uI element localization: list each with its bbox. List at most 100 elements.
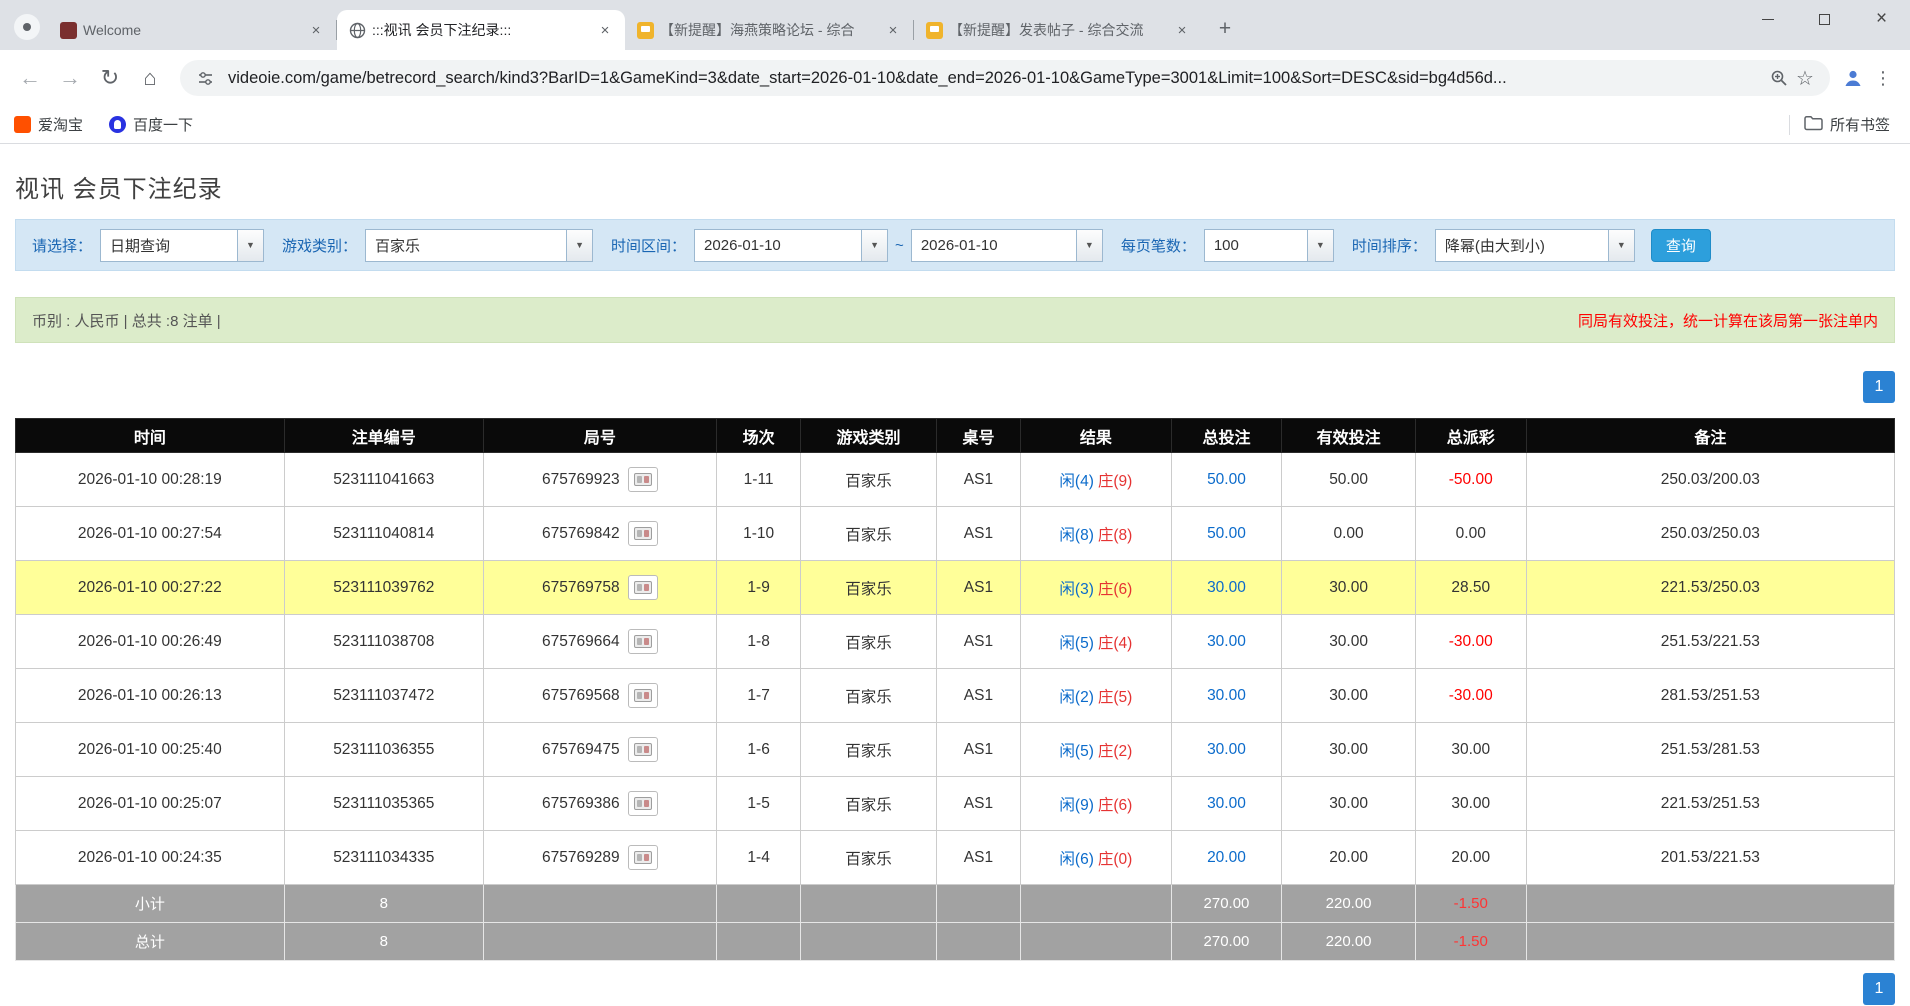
total-bet-link[interactable]: 30.00 (1207, 741, 1246, 758)
tab-close-icon[interactable]: × (1172, 20, 1192, 40)
tab-forum-1[interactable]: 【新提醒】海燕策略论坛 - 综合 × (625, 10, 913, 50)
tab-title: 【新提醒】海燕策略论坛 - 综合 (660, 20, 877, 40)
round-replay-button[interactable] (628, 683, 658, 708)
table-row: 2026-01-10 00:28:19523111041663675769923… (16, 453, 1895, 507)
tab-search-button[interactable] (14, 14, 40, 40)
round-replay-button[interactable] (628, 845, 658, 870)
cell-session: 1-11 (716, 453, 801, 507)
pagination-top: 1 (15, 371, 1895, 403)
cell-total-bet[interactable]: 30.00 (1171, 669, 1282, 723)
cell-result: 闲(9)庄(6) (1021, 777, 1171, 831)
maximize-button[interactable] (1796, 0, 1853, 38)
round-number: 675769664 (542, 633, 620, 651)
home-button[interactable]: ⌂ (130, 58, 170, 98)
chevron-down-icon[interactable]: ▼ (566, 230, 592, 261)
cell-round-id: 675769568 (483, 669, 716, 723)
bookmark-star-icon[interactable]: ☆ (1792, 65, 1818, 91)
date-start-select[interactable]: 2026-01-10 ▼ (694, 229, 888, 262)
sort-select[interactable]: 降幂(由大到小) ▼ (1435, 229, 1635, 262)
close-window-button[interactable]: × (1853, 0, 1910, 38)
round-replay-button[interactable] (628, 575, 658, 600)
tab-forum-2[interactable]: 【新提醒】发表帖子 - 综合交流 × (914, 10, 1202, 50)
round-replay-button[interactable] (628, 791, 658, 816)
round-replay-button[interactable] (628, 737, 658, 762)
globe-favicon (349, 22, 366, 39)
cell-total-bet[interactable]: 20.00 (1171, 831, 1282, 885)
cell-bet-id: 523111040814 (284, 507, 483, 561)
profile-icon[interactable] (1840, 65, 1866, 91)
result-banker: 庄(9) (1098, 473, 1132, 490)
cell-payout: 30.00 (1415, 777, 1526, 831)
new-tab-button[interactable]: + (1210, 14, 1240, 44)
cell-game-type: 百家乐 (801, 669, 936, 723)
cell-round-id: 675769664 (483, 615, 716, 669)
chevron-down-icon[interactable]: ▼ (1307, 230, 1333, 261)
total-bet-link[interactable]: 50.00 (1207, 471, 1246, 488)
summary-count: 8 (284, 885, 483, 923)
cell-bet-id: 523111034335 (284, 831, 483, 885)
tab-welcome[interactable]: Welcome × (48, 10, 336, 50)
cell-payout: 30.00 (1415, 723, 1526, 777)
total-bet-link[interactable]: 30.00 (1207, 579, 1246, 596)
column-header: 有效投注 (1282, 419, 1415, 453)
cell-game-type: 百家乐 (801, 615, 936, 669)
cell-total-bet[interactable]: 30.00 (1171, 723, 1282, 777)
menu-icon[interactable]: ⋮ (1866, 68, 1900, 89)
cell-game-type: 百家乐 (801, 777, 936, 831)
round-replay-button[interactable] (628, 467, 658, 492)
bookmark-baidu[interactable]: 百度一下 (109, 114, 193, 135)
zoom-icon[interactable] (1766, 65, 1792, 91)
round-replay-button[interactable] (628, 521, 658, 546)
cell-table-number: AS1 (936, 777, 1021, 831)
cell-table-number: AS1 (936, 507, 1021, 561)
cell-total-bet[interactable]: 30.00 (1171, 561, 1282, 615)
query-type-select[interactable]: 日期查询 ▼ (100, 229, 264, 262)
forward-button[interactable]: → (50, 58, 90, 98)
cell-game-type: 百家乐 (801, 561, 936, 615)
minimize-button[interactable] (1739, 0, 1796, 38)
summary-empty-game (801, 923, 936, 961)
chevron-down-icon[interactable]: ▼ (1076, 230, 1102, 261)
total-bet-link[interactable]: 30.00 (1207, 795, 1246, 812)
total-bet-link[interactable]: 30.00 (1207, 633, 1246, 650)
taobao-icon (14, 116, 31, 133)
chevron-down-icon[interactable]: ▼ (1608, 230, 1634, 261)
cell-total-bet[interactable]: 30.00 (1171, 777, 1282, 831)
cell-payout: 20.00 (1415, 831, 1526, 885)
tab-close-icon[interactable]: × (883, 20, 903, 40)
tab-close-icon[interactable]: × (306, 20, 326, 40)
chevron-down-icon[interactable]: ▼ (237, 230, 263, 261)
per-page-select[interactable]: 100 ▼ (1204, 229, 1334, 262)
tab-bet-record[interactable]: :::视讯 会员下注纪录::: × (337, 10, 625, 50)
summary-payout-value: -1.50 (1454, 895, 1488, 912)
cell-total-bet[interactable]: 50.00 (1171, 453, 1282, 507)
cell-result: 闲(5)庄(2) (1021, 723, 1171, 777)
cell-round-id: 675769289 (483, 831, 716, 885)
table-row: 2026-01-10 00:25:07523111035365675769386… (16, 777, 1895, 831)
site-settings-icon[interactable] (192, 65, 218, 91)
tab-close-icon[interactable]: × (595, 20, 615, 40)
address-bar[interactable]: videoie.com/game/betrecord_search/kind3?… (180, 60, 1830, 96)
page-number-button[interactable]: 1 (1863, 371, 1895, 403)
all-bookmarks-button[interactable]: 所有书签 (1804, 114, 1890, 135)
cell-total-bet[interactable]: 30.00 (1171, 615, 1282, 669)
column-header: 桌号 (936, 419, 1021, 453)
cell-result: 闲(2)庄(5) (1021, 669, 1171, 723)
game-type-select[interactable]: 百家乐 ▼ (365, 229, 593, 262)
total-bet-link[interactable]: 20.00 (1207, 849, 1246, 866)
minimize-icon (1762, 19, 1774, 20)
summary-empty-session (716, 923, 801, 961)
round-replay-button[interactable] (628, 629, 658, 654)
chevron-down-icon[interactable]: ▼ (861, 230, 887, 261)
total-bet-link[interactable]: 50.00 (1207, 525, 1246, 542)
page-number-button[interactable]: 1 (1863, 973, 1895, 1005)
date-end-select[interactable]: 2026-01-10 ▼ (911, 229, 1103, 262)
cell-total-bet[interactable]: 50.00 (1171, 507, 1282, 561)
bookmark-taobao[interactable]: 爱淘宝 (14, 114, 83, 135)
back-button[interactable]: ← (10, 58, 50, 98)
refresh-button[interactable]: ↻ (90, 58, 130, 98)
cell-table-number: AS1 (936, 831, 1021, 885)
total-bet-link[interactable]: 30.00 (1207, 687, 1246, 704)
table-row: 2026-01-10 00:24:35523111034335675769289… (16, 831, 1895, 885)
search-button[interactable]: 查询 (1651, 229, 1711, 262)
